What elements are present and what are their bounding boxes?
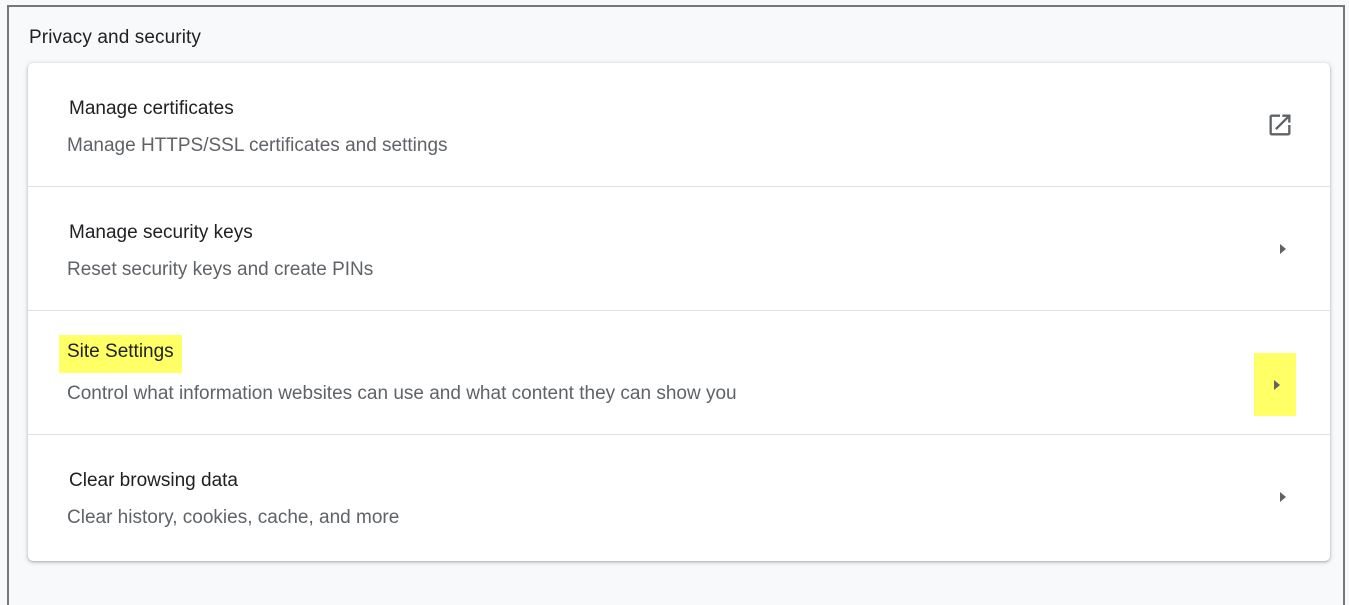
site-settings-row[interactable]: Site Settings Control what information w… — [28, 311, 1330, 435]
arrow-highlight[interactable] — [1254, 353, 1296, 416]
manage-security-keys-row[interactable]: Manage security keys Reset security keys… — [28, 187, 1330, 311]
row-sublabel: Clear history, cookies, cache, and more — [67, 507, 400, 528]
open-in-new-icon[interactable] — [1266, 111, 1294, 139]
arrow-right-icon[interactable] — [1276, 490, 1290, 504]
settings-frame: Privacy and security Manage certificates… — [7, 5, 1345, 605]
arrow-right-icon[interactable] — [1270, 378, 1284, 392]
clear-browsing-data-row[interactable]: Clear browsing data Clear history, cooki… — [28, 435, 1330, 559]
section-title: Privacy and security — [29, 27, 202, 48]
row-label: Manage certificates — [69, 98, 234, 119]
privacy-security-card: Manage certificates Manage HTTPS/SSL cer… — [28, 63, 1330, 561]
row-sublabel: Control what information websites can us… — [67, 383, 737, 404]
row-sublabel: Manage HTTPS/SSL certificates and settin… — [67, 135, 448, 156]
row-label: Site Settings — [59, 335, 182, 373]
manage-certificates-row[interactable]: Manage certificates Manage HTTPS/SSL cer… — [28, 63, 1330, 187]
row-sublabel: Reset security keys and create PINs — [67, 259, 374, 280]
row-label: Manage security keys — [69, 222, 253, 243]
arrow-right-icon[interactable] — [1276, 242, 1290, 256]
row-label: Clear browsing data — [69, 470, 238, 491]
